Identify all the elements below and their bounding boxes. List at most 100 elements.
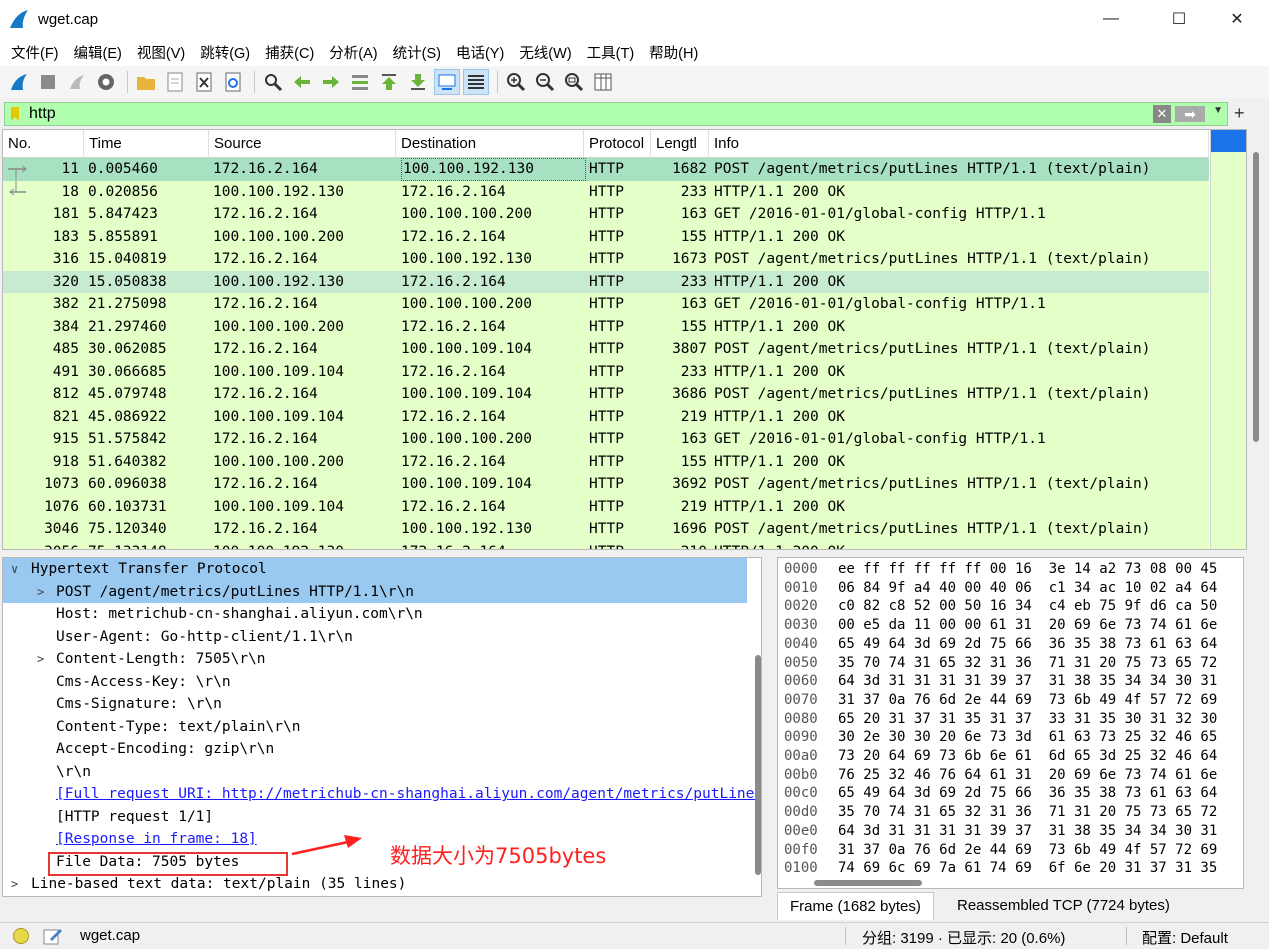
chevron-right-icon[interactable]: > [11, 873, 18, 896]
filter-text[interactable]: http [29, 105, 1227, 123]
column-no[interactable]: No. [3, 130, 84, 158]
first-packet-icon[interactable] [376, 69, 402, 95]
autoscroll-icon[interactable] [434, 69, 460, 95]
packet-row[interactable]: 316 15.040819 172.16.2.164 100.100.192.130 H… [3, 248, 1209, 271]
cell-no: 382 [52, 296, 79, 312]
menu-tools[interactable]: 工具(T) [580, 42, 642, 63]
column-destination[interactable]: Destination [396, 130, 584, 158]
packet-row[interactable]: 11 0.005460 172.16.2.164 100.100.192.130 HTT… [3, 158, 1209, 181]
clear-filter-icon[interactable]: ✕ [1153, 105, 1171, 123]
http-header-host[interactable]: Host: metrichub-cn-shanghai.aliyun.com\r… [3, 603, 747, 626]
chevron-right-icon[interactable]: > [37, 648, 44, 671]
hex-bytes: 73 20 64 69 73 6b 6e 61 6d 65 3d 25 32 4… [838, 748, 1218, 764]
hex-offset: 0060 [784, 673, 818, 690]
stop-capture-icon[interactable] [35, 69, 61, 95]
chevron-right-icon[interactable]: > [37, 581, 44, 604]
packet-row[interactable]: 1073 60.096038 172.16.2.164 100.100.109.104… [3, 473, 1209, 496]
packet-row[interactable]: 821 45.086922 100.100.109.104 172.16.2.164 H… [3, 405, 1209, 428]
column-time[interactable]: Time [84, 130, 209, 158]
column-info[interactable]: Info [709, 130, 1209, 158]
menu-telephony[interactable]: 电话(Y) [449, 42, 511, 63]
chevron-down-icon[interactable]: ∨ [11, 558, 18, 581]
start-capture-icon[interactable] [6, 69, 32, 95]
http-header-content-length[interactable]: > Content-Length: 7505\r\n [3, 648, 747, 671]
bytes-horizontal-scrollbar[interactable] [814, 880, 922, 886]
packet-row[interactable]: 183 5.855891 100.100.100.200 172.16.2.164 HT… [3, 225, 1209, 248]
chevron-down-icon[interactable]: ▼ [1213, 105, 1223, 116]
column-source[interactable]: Source [209, 130, 396, 158]
status-profile[interactable]: 配置: Default [1142, 927, 1228, 948]
packet-row[interactable]: 1076 60.103731 100.100.109.104 172.16.2.164… [3, 495, 1209, 518]
column-protocol[interactable]: Protocol [584, 130, 651, 158]
packet-row[interactable]: 3056 75.133148 100.100.192.130172.16.2.164… [3, 540, 1209, 549]
line-based-text-data[interactable]: > Line-based text data: text/plain (35 li… [3, 873, 747, 896]
zoom-out-icon[interactable] [532, 69, 558, 95]
packet-row[interactable]: 382 21.275098 172.16.2.164 100.100.100.200 H… [3, 293, 1209, 316]
last-packet-icon[interactable] [405, 69, 431, 95]
capture-options-icon[interactable] [93, 69, 119, 95]
maximize-button[interactable]: ☐ [1156, 0, 1202, 38]
http-header-end[interactable]: \r\n [3, 761, 747, 784]
http-header-cms-signature[interactable]: Cms-Signature: \r\n [3, 693, 747, 716]
http-header-cms-access-key[interactable]: Cms-Access-Key: \r\n [3, 671, 747, 694]
http-tree-root[interactable]: ∨ Hypertext Transfer Protocol [3, 558, 747, 581]
go-back-icon[interactable] [289, 69, 315, 95]
packet-list-scrollbar[interactable] [1253, 152, 1259, 442]
colorize-icon[interactable] [463, 69, 489, 95]
http-header-user-agent[interactable]: User-Agent: Go-http-client/1.1\r\n [3, 626, 747, 649]
display-filter-input[interactable]: http ✕ ➡ ▼ [4, 102, 1228, 126]
menu-file[interactable]: 文件(F) [4, 42, 66, 63]
http-request-index[interactable]: [HTTP request 1/1] [3, 806, 747, 829]
reload-file-icon[interactable] [220, 69, 246, 95]
find-packet-icon[interactable] [260, 69, 286, 95]
hex-offset: 00e0 [784, 822, 818, 839]
cell-source: 172.16.2.164 [213, 251, 318, 267]
packet-row[interactable]: 915 51.575842 172.16.2.164 100.100.100.200 H… [3, 428, 1209, 451]
http-header-accept-encoding[interactable]: Accept-Encoding: gzip\r\n [3, 738, 747, 761]
packet-row[interactable]: 18 0.020856 100.100.192.130 172.16.2.164 HTT… [3, 180, 1209, 203]
menu-edit[interactable]: 编辑(E) [67, 42, 129, 63]
column-length[interactable]: Lengtl [651, 130, 709, 158]
close-file-icon[interactable] [191, 69, 217, 95]
close-button[interactable]: ✕ [1214, 0, 1260, 38]
restart-capture-icon[interactable] [64, 69, 90, 95]
http-full-uri[interactable]: [Full request URI: http://metrichub-cn-s… [3, 783, 761, 806]
packet-row[interactable]: 485 30.062085 172.16.2.164 100.100.109.104 H… [3, 338, 1209, 361]
menu-analyze[interactable]: 分析(A) [322, 42, 384, 63]
http-request-line[interactable]: > POST /agent/metrics/putLines HTTP/1.1\r… [3, 580, 747, 604]
tab-reassembled-tcp[interactable]: Reassembled TCP (7724 bytes) [945, 892, 1182, 920]
menu-go[interactable]: 跳转(G) [193, 42, 257, 63]
details-vertical-scrollbar[interactable] [755, 655, 761, 875]
resize-columns-icon[interactable] [590, 69, 616, 95]
open-file-icon[interactable] [133, 69, 159, 95]
packet-row[interactable]: 181 5.847423 172.16.2.164 100.100.100.200 HT… [3, 203, 1209, 226]
menu-capture[interactable]: 捕获(C) [258, 42, 321, 63]
edit-comment-icon[interactable] [42, 926, 64, 946]
packet-row[interactable]: 491 30.066685 100.100.109.104 172.16.2.164 H… [3, 360, 1209, 383]
cell-protocol: HTTP [589, 453, 624, 470]
minimize-button[interactable]: — [1088, 0, 1134, 38]
go-to-packet-icon[interactable] [347, 69, 373, 95]
packet-minimap[interactable] [1210, 130, 1246, 549]
menu-wireless[interactable]: 无线(W) [512, 42, 578, 63]
apply-filter-icon[interactable]: ➡ [1175, 106, 1205, 122]
http-response-link[interactable]: [Response in frame: 18] [3, 828, 747, 851]
zoom-reset-icon[interactable] [561, 69, 587, 95]
tab-frame-bytes[interactable]: Frame (1682 bytes) [777, 892, 934, 920]
menu-statistics[interactable]: 统计(S) [386, 42, 448, 63]
menu-view[interactable]: 视图(V) [130, 42, 192, 63]
menu-help[interactable]: 帮助(H) [642, 42, 705, 63]
http-header-content-type[interactable]: Content-Type: text/plain\r\n [3, 716, 747, 739]
save-file-icon[interactable] [162, 69, 188, 95]
packet-row[interactable]: 3046 75.120340 172.16.2.164 100.100.192.130… [3, 518, 1209, 541]
go-forward-icon[interactable] [318, 69, 344, 95]
bookmark-icon[interactable] [5, 103, 25, 125]
ready-status-icon[interactable] [13, 928, 29, 944]
packet-row[interactable]: 812 45.079748 172.16.2.164 100.100.109.104 H… [3, 383, 1209, 406]
add-filter-button[interactable]: + [1234, 103, 1245, 124]
packet-row[interactable]: 384 21.297460 100.100.100.200 172.16.2.164 H… [3, 315, 1209, 338]
packet-row[interactable]: 918 51.640382 100.100.100.200 172.16.2.164 H… [3, 450, 1209, 473]
cell-time: 75.120340 [88, 521, 167, 537]
zoom-in-icon[interactable] [503, 69, 529, 95]
packet-row[interactable]: 320 15.050838 100.100.192.130 172.16.2.164 H… [3, 270, 1209, 293]
